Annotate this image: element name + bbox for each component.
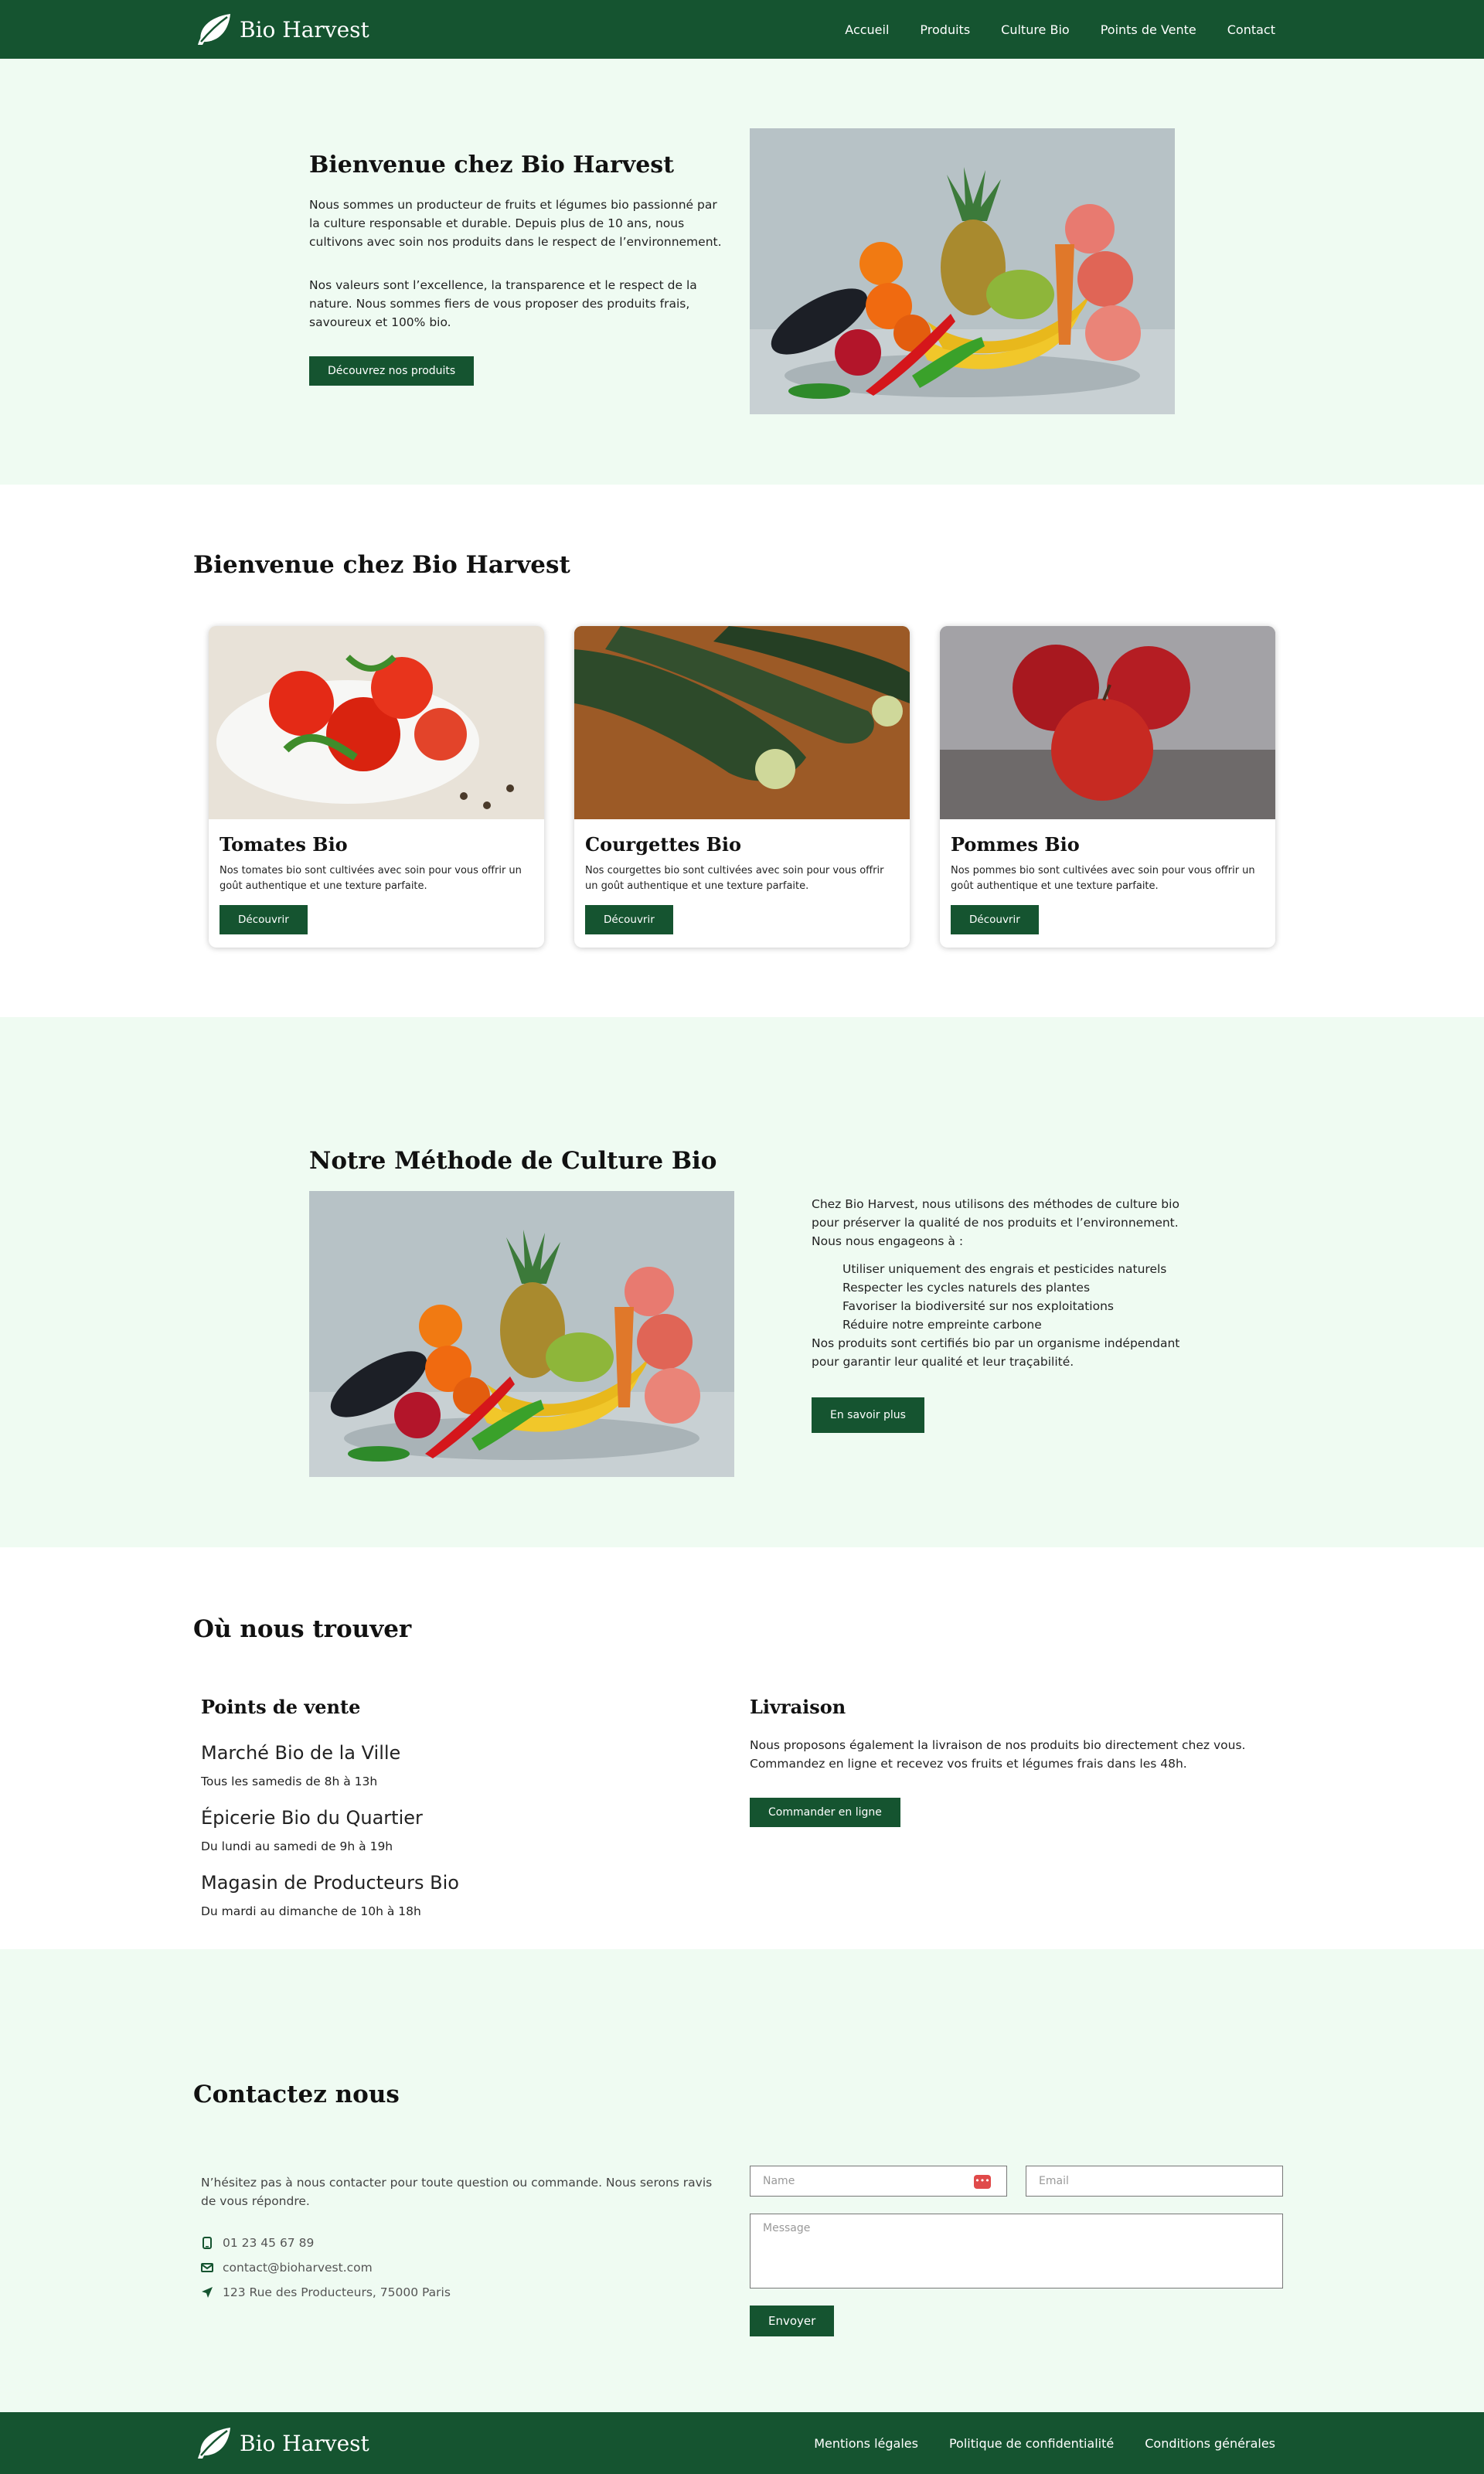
hero-paragraph: Nous sommes un producteur de fruits et l…: [309, 198, 722, 249]
product-title: Pommes Bio: [951, 833, 1080, 856]
products-section: Bienvenue chez Bio Harvest Tomates Bio N…: [0, 485, 1484, 1017]
locations-section: Où nous trouver Points de vente Marché B…: [0, 1547, 1484, 1949]
product-description: Nos courgettes bio sont cultivées avec s…: [585, 865, 884, 892]
contact-section: Contactez nous N’hésitez pas à nous cont…: [0, 1949, 1484, 2412]
method-list: Utiliser uniquement des engrais et pesti…: [842, 1260, 1183, 1334]
leaf-icon: [193, 11, 233, 48]
store-list: Marché Bio de la Ville Tous les samedis …: [201, 1742, 459, 1937]
email-address[interactable]: contact@bioharvest.com: [223, 2261, 373, 2275]
tomato-image: [209, 626, 544, 819]
list-item: Respecter les cycles naturels des plante…: [842, 1281, 1091, 1295]
brand-logo[interactable]: Bio Harvest: [193, 11, 369, 48]
method-title: Notre Méthode de Culture Bio: [309, 1147, 717, 1175]
leaf-icon: [193, 2425, 233, 2462]
product-card: Courgettes Bio Nos courgettes bio sont c…: [574, 626, 910, 948]
method-fruit-image: [309, 1191, 734, 1477]
method-intro: Chez Bio Harvest, nous utilisons des mét…: [812, 1197, 1179, 1248]
message-field[interactable]: Message: [750, 2214, 1283, 2289]
locations-title: Où nous trouver: [193, 1615, 412, 1643]
contact-address: 123 Rue des Producteurs, 75000 Paris: [201, 2285, 451, 2299]
hero-title: Bienvenue chez Bio Harvest: [309, 151, 675, 179]
location-arrow-icon: [202, 2287, 213, 2298]
message-placeholder: Message: [763, 2222, 811, 2234]
hero-section: Bienvenue chez Bio Harvest Nous sommes u…: [0, 59, 1484, 485]
footer: Bio Harvest Mentions légales Politique d…: [0, 2412, 1484, 2474]
phone-number: 01 23 45 67 89: [223, 2236, 315, 2250]
contact-email: contact@bioharvest.com: [201, 2261, 373, 2275]
points-de-vente-title: Points de vente: [201, 1696, 361, 1718]
nav-link-accueil[interactable]: Accueil: [845, 22, 889, 37]
livraison-title: Livraison: [750, 1696, 846, 1718]
store-hours: Du mardi au dimanche de 10h à 18h: [201, 1904, 421, 1918]
learn-more-button[interactable]: En savoir plus: [812, 1397, 924, 1433]
method-text: Chez Bio Harvest, nous utilisons des mét…: [812, 1195, 1183, 1433]
nav-links: Accueil Produits Culture Bio Points de V…: [845, 22, 1275, 37]
discover-button[interactable]: Découvrir: [585, 905, 673, 934]
top-nav: Bio Harvest Accueil Produits Culture Bio…: [0, 0, 1484, 59]
product-card: Pommes Bio Nos pommes bio sont cultivées…: [940, 626, 1275, 948]
store-hours: Du lundi au samedi de 9h à 19h: [201, 1839, 393, 1853]
product-description: Nos tomates bio sont cultivées avec soin…: [220, 865, 522, 892]
envelope-icon: [201, 2263, 213, 2272]
list-item: Favoriser la biodiversité sur nos exploi…: [842, 1299, 1114, 1313]
name-field[interactable]: Name •••: [750, 2166, 1007, 2197]
hero-fruit-image: [750, 128, 1175, 414]
name-placeholder: Name: [763, 2175, 795, 2187]
footer-brand-logo[interactable]: Bio Harvest: [193, 2425, 369, 2462]
discover-button[interactable]: Découvrir: [220, 905, 308, 934]
phone-icon: [203, 2237, 212, 2249]
street-address: 123 Rue des Producteurs, 75000 Paris: [223, 2285, 451, 2299]
delivery-text: Nous proposons également la livraison de…: [750, 1738, 1246, 1771]
product-title: Courgettes Bio: [585, 833, 741, 856]
product-title: Tomates Bio: [220, 833, 348, 856]
send-button[interactable]: Envoyer: [750, 2306, 835, 2336]
footer-link-mentions[interactable]: Mentions légales: [814, 2436, 918, 2451]
order-online-button[interactable]: Commander en ligne: [750, 1798, 900, 1827]
product-description: Nos pommes bio sont cultivées avec soin …: [951, 865, 1255, 892]
method-section: Notre Méthode de Culture Bio Chez Bio Ha…: [0, 1017, 1484, 1547]
nav-link-produits[interactable]: Produits: [920, 22, 970, 37]
brand-name: Bio Harvest: [240, 16, 369, 43]
contact-title: Contactez nous: [193, 2081, 400, 2108]
zucchini-image: [574, 626, 910, 819]
hero-text: Bienvenue chez Bio Harvest Nous sommes u…: [309, 151, 727, 386]
apple-image: [940, 626, 1275, 819]
footer-links: Mentions légales Politique de confidenti…: [814, 2436, 1275, 2451]
discover-products-button[interactable]: Découvrez nos produits: [309, 356, 475, 386]
store-hours: Tous les samedis de 8h à 13h: [201, 1775, 378, 1788]
nav-link-contact[interactable]: Contact: [1227, 22, 1275, 37]
email-field[interactable]: Email: [1026, 2166, 1283, 2197]
product-card: Tomates Bio Nos tomates bio sont cultivé…: [209, 626, 544, 948]
list-item: Réduire notre empreinte carbone: [842, 1318, 1042, 1332]
store-name: Épicerie Bio du Quartier: [201, 1807, 423, 1829]
footer-link-terms[interactable]: Conditions générales: [1145, 2436, 1275, 2451]
email-placeholder: Email: [1039, 2175, 1069, 2187]
footer-brand-name: Bio Harvest: [240, 2430, 369, 2456]
store-name: Magasin de Producteurs Bio: [201, 1872, 459, 1894]
password-manager-icon[interactable]: •••: [974, 2175, 991, 2189]
nav-link-points-de-vente[interactable]: Points de Vente: [1101, 22, 1196, 37]
nav-link-culture-bio[interactable]: Culture Bio: [1001, 22, 1070, 37]
discover-button[interactable]: Découvrir: [951, 905, 1039, 934]
footer-link-privacy[interactable]: Politique de confidentialité: [949, 2436, 1114, 2451]
list-item: Utiliser uniquement des engrais et pesti…: [842, 1262, 1167, 1276]
hero-paragraph: Nos valeurs sont l’excellence, la transp…: [309, 278, 697, 329]
products-title: Bienvenue chez Bio Harvest: [193, 551, 570, 579]
method-outro: Nos produits sont certifiés bio par un o…: [812, 1336, 1180, 1369]
contact-intro: N’hésitez pas à nous contacter pour tout…: [201, 2176, 713, 2208]
contact-phone: 01 23 45 67 89: [201, 2236, 314, 2250]
store-name: Marché Bio de la Ville: [201, 1742, 401, 1764]
